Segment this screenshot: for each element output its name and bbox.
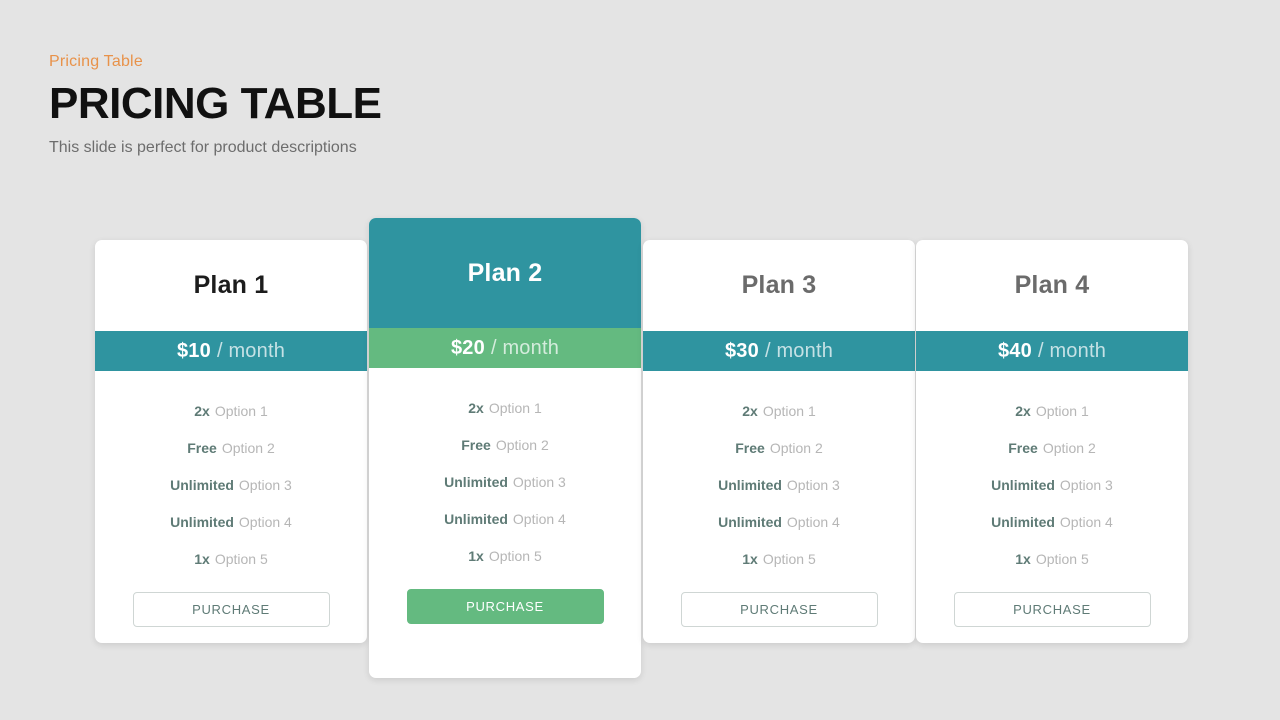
feature-quantity: Unlimited bbox=[444, 473, 508, 490]
list-item: Free Option 2 bbox=[1008, 429, 1096, 466]
pricing-card-plan-1[interactable]: Plan 1 $10 / month 2x Option 1 Free Opti… bbox=[95, 240, 367, 643]
list-item: 1x Option 5 bbox=[742, 540, 816, 577]
pricing-card-plan-2[interactable]: Plan 2 $20 / month 2x Option 1 Free Opti… bbox=[369, 218, 641, 678]
list-item: 2x Option 1 bbox=[742, 392, 816, 429]
list-item: 2x Option 1 bbox=[468, 389, 542, 426]
list-item: Unlimited Option 3 bbox=[444, 463, 566, 500]
feature-quantity: Unlimited bbox=[444, 510, 508, 527]
plan-name: Plan 2 bbox=[467, 258, 543, 287]
plan-name: Plan 1 bbox=[193, 271, 269, 299]
plan-header: Plan 3 bbox=[643, 240, 915, 331]
list-item: Free Option 2 bbox=[735, 429, 823, 466]
feature-quantity: Free bbox=[1008, 439, 1038, 456]
feature-list: 2x Option 1 Free Option 2 Unlimited Opti… bbox=[95, 371, 367, 577]
feature-quantity: 1x bbox=[468, 547, 484, 564]
pricing-table-slide: Pricing Table PRICING TABLE This slide i… bbox=[0, 0, 1280, 720]
purchase-button-wrap: PURCHASE bbox=[95, 592, 367, 627]
list-item: Free Option 2 bbox=[187, 429, 275, 466]
feature-quantity: 1x bbox=[194, 550, 210, 567]
price-period: / month bbox=[216, 339, 286, 362]
list-item: 1x Option 5 bbox=[194, 540, 268, 577]
list-item: 1x Option 5 bbox=[468, 537, 542, 574]
feature-quantity: Free bbox=[187, 439, 217, 456]
price-bar: $40 / month bbox=[916, 331, 1188, 371]
feature-label: Option 3 bbox=[512, 473, 566, 490]
price-period: / month bbox=[1037, 339, 1107, 362]
purchase-button[interactable]: PURCHASE bbox=[953, 592, 1151, 627]
price-amount: $40 bbox=[997, 339, 1032, 362]
price-amount: $10 bbox=[176, 339, 211, 362]
plan-header: Plan 2 bbox=[369, 218, 641, 328]
price-amount: $30 bbox=[724, 339, 759, 362]
feature-label: Option 3 bbox=[786, 476, 840, 493]
list-item: Unlimited Option 3 bbox=[991, 466, 1113, 503]
feature-list: 2x Option 1 Free Option 2 Unlimited Opti… bbox=[916, 371, 1188, 577]
feature-label: Option 2 bbox=[221, 439, 275, 456]
pricing-card-plan-3[interactable]: Plan 3 $30 / month 2x Option 1 Free Opti… bbox=[643, 240, 915, 643]
feature-label: Option 3 bbox=[238, 476, 292, 493]
feature-quantity: Unlimited bbox=[718, 476, 782, 493]
feature-quantity: Unlimited bbox=[991, 513, 1055, 530]
feature-label: Option 4 bbox=[238, 513, 292, 530]
feature-quantity: Free bbox=[461, 436, 491, 453]
feature-quantity: 2x bbox=[1015, 402, 1031, 419]
feature-quantity: 2x bbox=[742, 402, 758, 419]
feature-list: 2x Option 1 Free Option 2 Unlimited Opti… bbox=[643, 371, 915, 577]
purchase-button-wrap: PURCHASE bbox=[916, 592, 1188, 627]
plan-header: Plan 4 bbox=[916, 240, 1188, 331]
feature-label: Option 2 bbox=[769, 439, 823, 456]
list-item: 1x Option 5 bbox=[1015, 540, 1089, 577]
purchase-button[interactable]: PURCHASE bbox=[406, 589, 604, 624]
feature-label: Option 5 bbox=[214, 550, 268, 567]
feature-label: Option 5 bbox=[1035, 550, 1089, 567]
feature-label: Option 4 bbox=[1059, 513, 1113, 530]
feature-label: Option 2 bbox=[495, 436, 549, 453]
price-period: / month bbox=[490, 336, 560, 359]
feature-label: Option 1 bbox=[488, 399, 542, 416]
feature-quantity: 1x bbox=[1015, 550, 1031, 567]
price-bar: $10 / month bbox=[95, 331, 367, 371]
list-item: Free Option 2 bbox=[461, 426, 549, 463]
purchase-button-wrap: PURCHASE bbox=[643, 592, 915, 627]
purchase-button[interactable]: PURCHASE bbox=[132, 592, 330, 627]
list-item: 2x Option 1 bbox=[194, 392, 268, 429]
price-bar: $20 / month bbox=[369, 328, 641, 368]
list-item: Unlimited Option 4 bbox=[991, 503, 1113, 540]
list-item: Unlimited Option 4 bbox=[444, 500, 566, 537]
list-item: Unlimited Option 4 bbox=[170, 503, 292, 540]
list-item: 2x Option 1 bbox=[1015, 392, 1089, 429]
pricing-cards-row: Plan 1 $10 / month 2x Option 1 Free Opti… bbox=[0, 0, 1280, 720]
price-period: / month bbox=[764, 339, 834, 362]
feature-label: Option 4 bbox=[512, 510, 566, 527]
plan-header: Plan 1 bbox=[95, 240, 367, 331]
feature-label: Option 1 bbox=[762, 402, 816, 419]
list-item: Unlimited Option 3 bbox=[170, 466, 292, 503]
feature-quantity: 2x bbox=[194, 402, 210, 419]
price-bar: $30 / month bbox=[643, 331, 915, 371]
plan-name: Plan 3 bbox=[741, 271, 817, 299]
feature-quantity: Unlimited bbox=[718, 513, 782, 530]
list-item: Unlimited Option 4 bbox=[718, 503, 840, 540]
feature-quantity: Free bbox=[735, 439, 765, 456]
price-amount: $20 bbox=[450, 336, 485, 359]
feature-list: 2x Option 1 Free Option 2 Unlimited Opti… bbox=[369, 368, 641, 574]
feature-label: Option 3 bbox=[1059, 476, 1113, 493]
feature-label: Option 1 bbox=[1035, 402, 1089, 419]
feature-quantity: Unlimited bbox=[170, 513, 234, 530]
plan-name: Plan 4 bbox=[1014, 271, 1090, 299]
purchase-button[interactable]: PURCHASE bbox=[680, 592, 878, 627]
feature-quantity: 1x bbox=[742, 550, 758, 567]
feature-quantity: Unlimited bbox=[170, 476, 234, 493]
feature-quantity: Unlimited bbox=[991, 476, 1055, 493]
list-item: Unlimited Option 3 bbox=[718, 466, 840, 503]
feature-label: Option 4 bbox=[786, 513, 840, 530]
feature-label: Option 1 bbox=[214, 402, 268, 419]
feature-label: Option 5 bbox=[488, 547, 542, 564]
feature-label: Option 5 bbox=[762, 550, 816, 567]
feature-label: Option 2 bbox=[1042, 439, 1096, 456]
pricing-card-plan-4[interactable]: Plan 4 $40 / month 2x Option 1 Free Opti… bbox=[916, 240, 1188, 643]
feature-quantity: 2x bbox=[468, 399, 484, 416]
purchase-button-wrap: PURCHASE bbox=[369, 589, 641, 624]
